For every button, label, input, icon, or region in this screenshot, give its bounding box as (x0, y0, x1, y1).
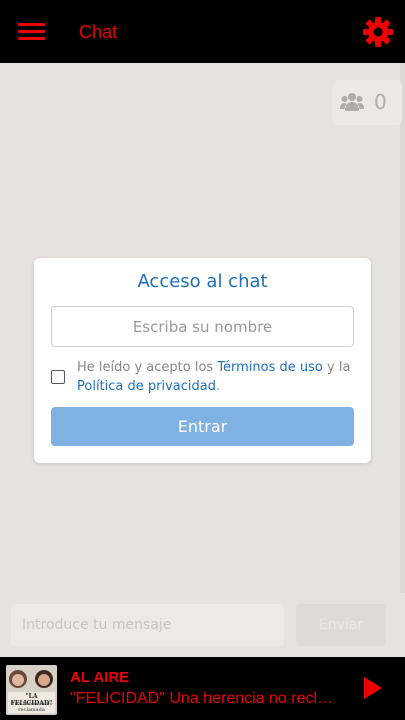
terms-middle: y la (322, 360, 351, 375)
terms-of-use-link[interactable]: Términos de uso (217, 360, 323, 375)
on-air-label: AL AIRE (70, 669, 130, 686)
top-bar: Chat (0, 0, 405, 63)
scrollbar[interactable] (400, 63, 405, 593)
terms-text: He leído y acepto los Términos de uso y … (77, 358, 357, 396)
album-cover: "LA FELICIDAD" Una herencia no reclamada (6, 665, 57, 715)
chat-login-dialog: Acceso al chat He leído y acepto los Tér… (34, 258, 371, 463)
radio-player: "LA FELICIDAD" Una herencia no reclamada… (0, 657, 405, 720)
privacy-policy-link[interactable]: Política de privacidad (77, 379, 216, 394)
enter-button[interactable]: Entrar (51, 407, 354, 446)
terms-checkbox[interactable] (51, 370, 65, 384)
users-count: 0 (374, 90, 387, 114)
play-icon[interactable] (363, 676, 383, 700)
gear-icon[interactable] (362, 16, 394, 48)
page-title: Chat (79, 22, 118, 42)
send-button[interactable]: Enviar (296, 604, 386, 646)
dialog-title: Acceso al chat (137, 271, 268, 292)
hamburger-menu-icon[interactable] (18, 21, 45, 43)
message-composer: Enviar (0, 593, 405, 657)
online-users-badge[interactable]: 0 (332, 80, 402, 125)
terms-suffix: . (216, 379, 221, 394)
cover-subtitle: Una herencia no reclamada (10, 701, 53, 713)
users-icon (340, 93, 364, 111)
message-input[interactable] (11, 604, 284, 646)
track-title: "FELICIDAD" Una herencia no reclamada (70, 690, 340, 707)
terms-prefix: He leído y acepto los (77, 360, 218, 375)
name-input[interactable] (51, 306, 354, 347)
